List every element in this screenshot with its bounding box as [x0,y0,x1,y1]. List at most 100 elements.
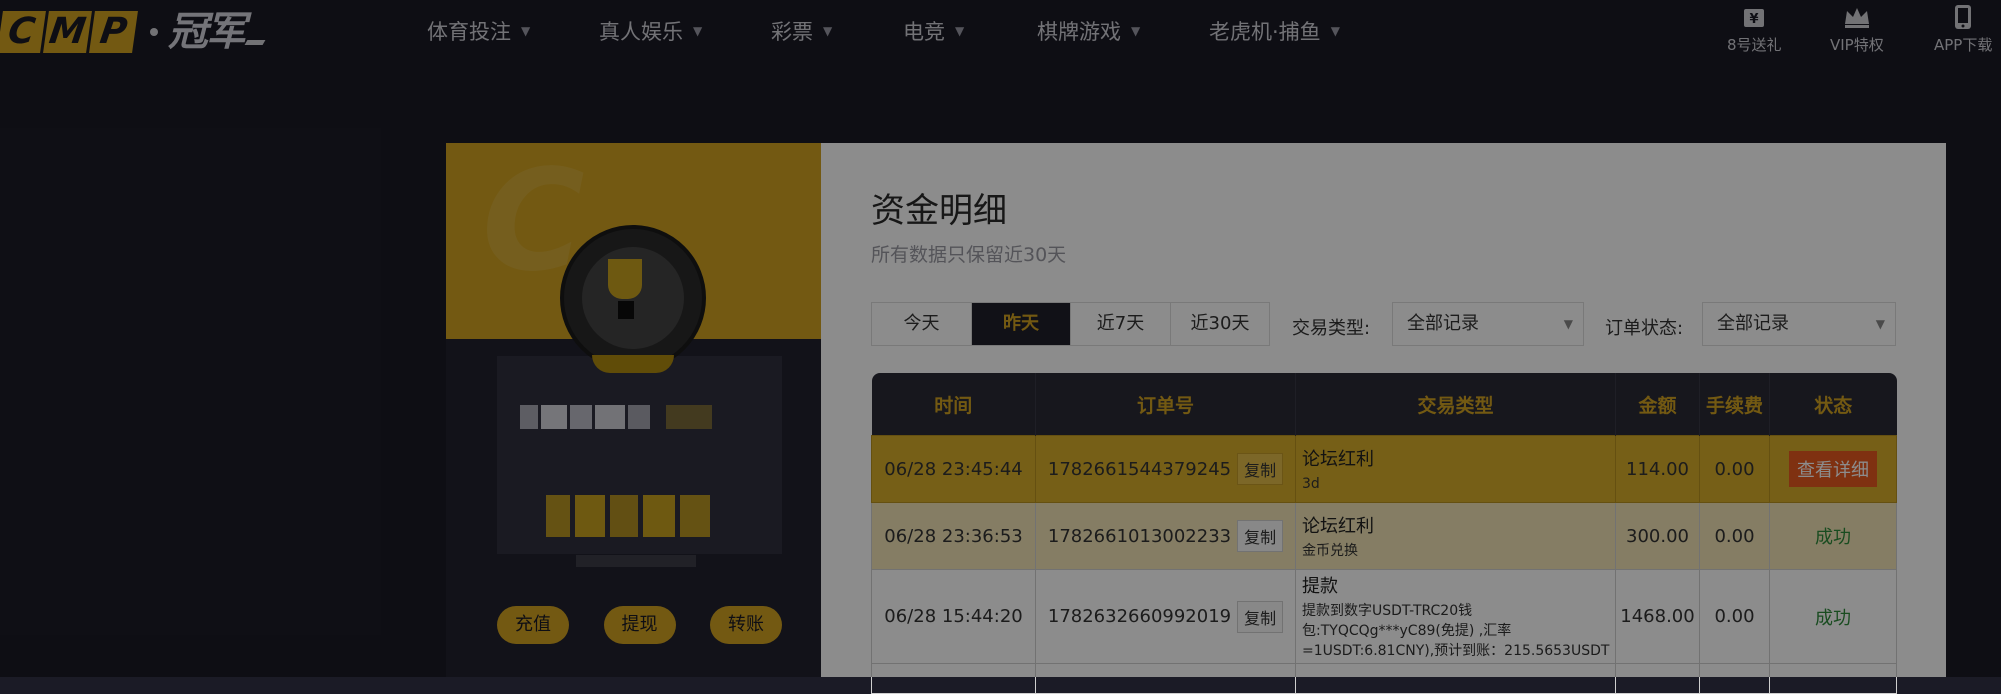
phone-icon [1955,5,1972,29]
cell-fee: 0.00 [1699,435,1770,503]
cell-amount: 1468.00 [1615,569,1700,664]
copy-button[interactable]: 复制 [1237,453,1284,485]
crown-icon [1844,8,1869,28]
quick-link-app-download[interactable]: APP下载 [1934,4,1992,55]
nav-item-label: 体育投注 [427,20,511,44]
column-header-status[interactable]: 状态 [1769,373,1897,436]
date-range-tabs: 今天 昨天 近7天 近30天 [871,302,1270,346]
quick-link-gift[interactable]: ¥ 8号送礼 [1727,4,1782,55]
cell-order: 1782661013002233 复制 [1035,502,1296,570]
top-navbar: C M P 冠军 体育投注 ▼ 真人娱乐 ▼ 彩票 ▼ 电竞 ▼ 棋牌游戏 ▼ 老虎机·捕… [0,0,2001,64]
cell-time: 06/28 23:36:53 [871,502,1036,570]
tab-last-7-days[interactable]: 近7天 [1071,303,1171,345]
order-number: 1782661544379245 [1047,458,1232,480]
nav-item-label: 彩票 [771,20,813,44]
logo-letter-m: M [43,11,92,53]
cell-amount: 114.00 [1615,435,1700,503]
logo-letter-c: C [0,11,46,53]
order-status-select[interactable]: 全部记录 ▼ [1702,302,1896,346]
type-description: 提款到数字USDT-TRC20钱包:TYQCQg***yC89(免提) ,汇率=… [1302,603,1610,659]
chevron-down-icon: ▼ [1875,317,1885,331]
deposit-button[interactable]: 充值 [497,606,569,644]
cell-status: 成功 [1769,569,1897,664]
cell-fee: 0.00 [1699,569,1770,664]
nav-item-label: 真人娱乐 [599,20,683,44]
logo-chinese-text: 冠军 [168,9,246,55]
transfer-button[interactable]: 转账 [710,606,782,644]
order-status-label: 订单状态: [1605,318,1684,339]
blurred-username [520,405,740,429]
cell-type: 论坛红利 金币兑换 [1295,502,1616,570]
order-number: 1782632660992019 [1047,606,1232,627]
cell-fee: 0.00 [1699,502,1770,570]
transaction-type-label: 交易类型: [1292,318,1371,339]
gift-icon: ¥ [1744,9,1765,27]
cell-time: 06/28 23:45:44 [871,435,1036,503]
page-subtitle: 所有数据只保留近30天 [871,244,1067,266]
nav-item-esports[interactable]: 电竞 ▼ [903,0,1037,62]
table-row[interactable]: 06/28 15:44:20 1782632660992019 复制 提款 提款… [871,569,1897,664]
column-header-time[interactable]: 时间 [871,373,1036,436]
chevron-down-icon: ▼ [1563,317,1573,331]
cell-type: 提款 提款到数字USDT-TRC20钱包:TYQCQg***yC89(免提) ,… [1295,569,1616,664]
view-details-button[interactable]: 查看详细 [1789,451,1877,487]
chevron-down-icon: ▼ [823,24,833,38]
nav-item-sports[interactable]: 体育投注 ▼ [427,0,599,62]
nav-item-card-games[interactable]: 棋牌游戏 ▼ [1037,0,1209,62]
withdraw-button[interactable]: 提现 [603,606,676,644]
site-logo[interactable]: C M P 冠军 [0,9,266,55]
order-status-value: 全部记录 [1717,313,1789,334]
transaction-type-select[interactable]: 全部记录 ▼ [1392,302,1584,346]
trophy-icon [608,259,642,299]
main-nav: 体育投注 ▼ 真人娱乐 ▼ 彩票 ▼ 电竞 ▼ 棋牌游戏 ▼ 老虎机·捕鱼 ▼ [427,0,1369,62]
cell-amount: 300.00 [1615,502,1700,570]
chevron-down-icon: ▼ [1330,24,1340,38]
table-row[interactable]: 06/28 23:45:44 1782661544379245 复制 论坛红利 … [871,435,1897,503]
cell-type: 论坛红利 3d [1295,435,1616,503]
tab-last-30-days[interactable]: 近30天 [1171,303,1269,345]
nav-item-lottery[interactable]: 彩票 ▼ [771,0,903,62]
cell-order: 1782661544379245 复制 [1035,435,1296,503]
quick-link-vip[interactable]: VIP特权 [1830,4,1884,55]
profile-panel: C 充值 提现 转账 [446,143,821,677]
type-title: 论坛红利 [1302,448,1374,470]
nav-item-live-casino[interactable]: 真人娱乐 ▼ [599,0,771,62]
column-header-amount[interactable]: 金额 [1615,373,1700,436]
chevron-down-icon: ▼ [955,24,965,38]
tab-today[interactable]: 今天 [872,303,972,345]
table-header-row: 时间 订单号 交易类型 金额 手续费 状态 [871,373,1897,436]
cell-status: 查看详细 [1769,435,1897,503]
column-header-order-no[interactable]: 订单号 [1035,373,1296,436]
transactions-table: 时间 订单号 交易类型 金额 手续费 状态 06/28 23:45:44 178… [871,373,1897,694]
nav-item-slots-fishing[interactable]: 老虎机·捕鱼 ▼ [1209,0,1369,62]
logo-letter-p: P [89,11,138,53]
quick-link-label: 8号送礼 [1727,36,1782,54]
column-header-fee[interactable]: 手续费 [1699,373,1770,436]
type-description: 3d [1302,475,1320,492]
column-header-type[interactable]: 交易类型 [1295,373,1616,436]
transaction-type-value: 全部记录 [1407,313,1479,334]
nav-item-label: 电竞 [903,20,945,44]
avatar[interactable] [560,225,706,371]
cell-status: 成功 [1769,502,1897,570]
quick-link-label: VIP特权 [1830,36,1884,54]
cell-time: 06/28 15:44:20 [871,569,1036,664]
type-description: 金币兑换 [1302,542,1358,559]
table-row[interactable]: 06/28 23:36:53 1782661013002233 复制 论坛红利 … [871,502,1897,570]
copy-button[interactable]: 复制 [1237,600,1284,633]
blurred-subtext [576,555,696,567]
table-row[interactable] [871,663,1897,694]
logo-dot [150,28,158,36]
nav-item-label: 棋牌游戏 [1037,20,1121,44]
avatar-level-ring [592,355,674,373]
blurred-vip-badge [546,495,718,537]
order-number: 1782661013002233 [1047,525,1232,547]
tab-yesterday[interactable]: 昨天 [972,303,1071,345]
quick-link-label: APP下载 [1934,36,1993,54]
chevron-down-icon: ▼ [1131,24,1141,38]
page-title: 资金明细 [871,191,1007,231]
copy-button[interactable]: 复制 [1237,520,1284,552]
logo-tail [244,39,266,45]
cell-order: 1782632660992019 复制 [1035,569,1296,664]
type-title: 提款 [1302,576,1338,597]
